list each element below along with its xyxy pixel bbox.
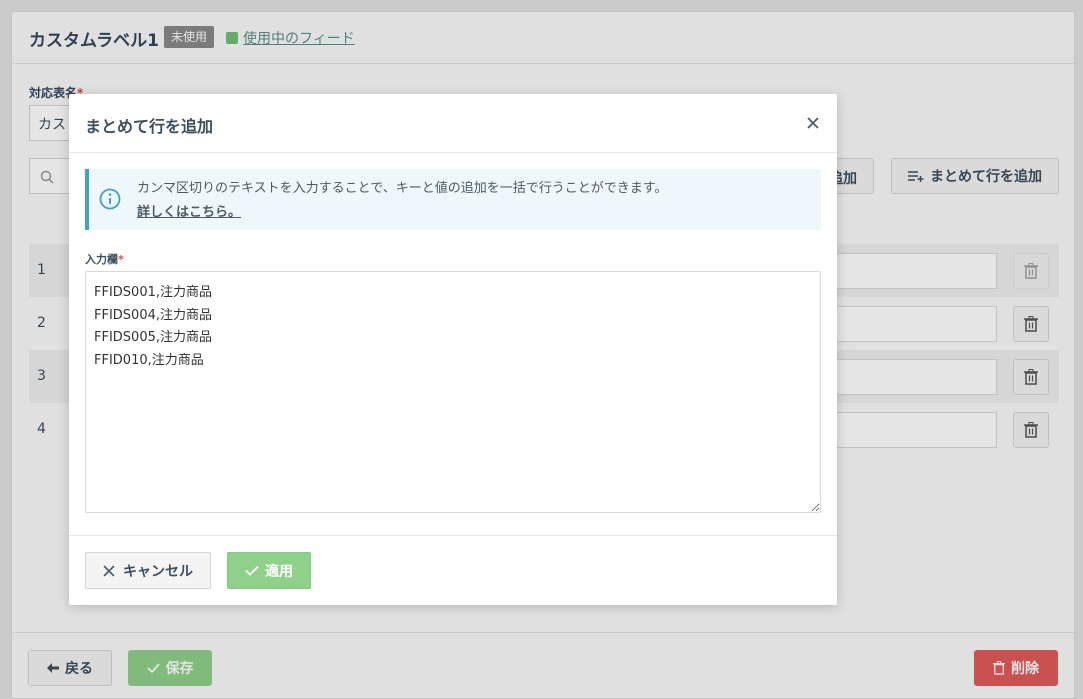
close-icon bbox=[103, 564, 115, 577]
info-text: カンマ区切りのテキストを入力することで、キーと値の追加を一括で行うことができます… bbox=[137, 181, 668, 196]
modal-footer: キャンセル 適用 bbox=[69, 535, 837, 605]
close-button[interactable] bbox=[803, 113, 823, 133]
bulk-add-modal: まとめて行を追加 カンマ区切りのテキストを入力することで、キーと値の追加を一括で… bbox=[69, 94, 837, 605]
apply-button[interactable]: 適用 bbox=[227, 552, 311, 589]
modal-title: まとめて行を追加 bbox=[85, 117, 214, 136]
modal-header: まとめて行を追加 bbox=[69, 94, 837, 153]
info-icon bbox=[99, 188, 121, 210]
cancel-button[interactable]: キャンセル bbox=[85, 552, 211, 589]
close-icon bbox=[807, 117, 819, 129]
details-link[interactable]: 詳しくはこちら。 bbox=[137, 201, 241, 220]
input-label: 入力欄* bbox=[85, 253, 124, 266]
bulk-input-textarea[interactable]: FFIDS001,注力商品 FFIDS004,注力商品 FFIDS005,注力商… bbox=[85, 271, 821, 513]
check-icon bbox=[245, 565, 259, 576]
info-alert: カンマ区切りのテキストを入力することで、キーと値の追加を一括で行うことができます… bbox=[85, 169, 821, 230]
